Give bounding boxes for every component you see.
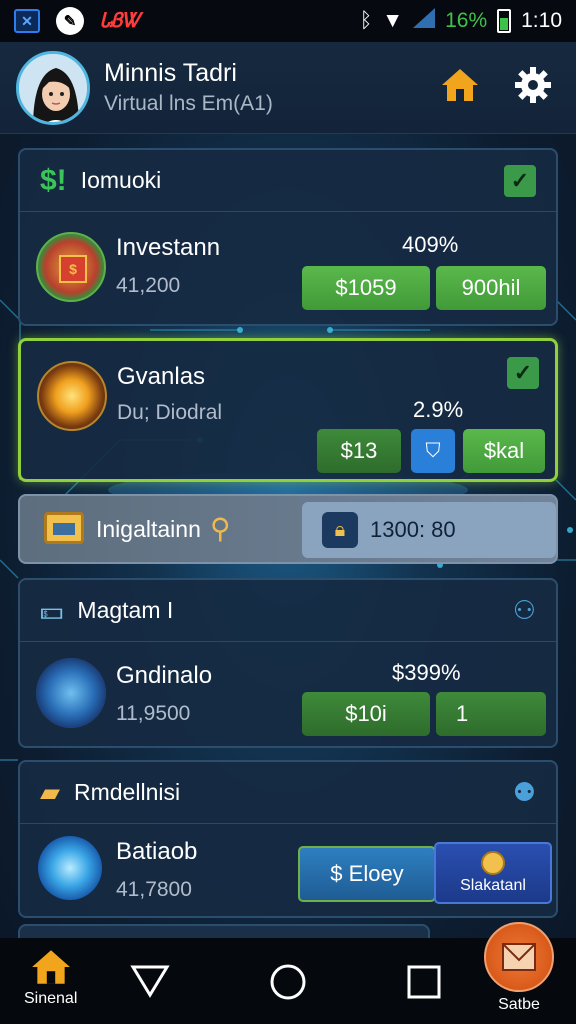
sun-coin-icon [37,361,107,431]
recents-button[interactable] [406,964,442,1000]
compass-coin-icon [36,658,106,728]
pen-icon: ✎ [56,7,84,35]
section-card-1: $! Iomuoki ✓ $ Investann 41,200 409% $10… [18,148,558,326]
back-button[interactable] [130,964,170,998]
coin-magnifier-icon: ⚲ [210,513,231,544]
amount-button[interactable]: $ Eloey [298,846,436,902]
gold-bars-icon: ▰ [40,777,60,807]
clock: 1:10 [521,9,562,32]
users-icon[interactable]: ⚇ [513,595,536,626]
dollar-icon: $! [40,163,67,197]
nav-home[interactable]: Sinenal [24,948,77,1008]
row-title: Investann [116,234,221,261]
gear-icon[interactable] [514,66,552,109]
mail-icon [484,922,554,992]
shield-icon[interactable]: ⛉ [411,429,455,473]
row-value: Du; Diodral [117,401,223,424]
section-title: Iomuoki [80,167,162,193]
action-button[interactable]: $kal [463,429,545,473]
globe-coin-icon [38,836,102,900]
section-title: Magtam I [77,597,174,623]
bluetooth-icon: ᛒ [359,9,373,32]
recents-square-icon [407,965,441,999]
nav-save-label: Satbe [498,996,540,1013]
avatar[interactable] [16,50,90,125]
back-triangle-icon [130,965,170,998]
calendar-icon [44,512,84,544]
amount-button[interactable]: $13 [317,429,401,473]
battery-icon [497,9,512,33]
investment-coin-icon: $ [36,232,106,302]
section-card-2[interactable]: Gvanlas Du; Diodral ✓ 2.9% $13 ⛉ $kal [18,338,558,482]
section-title: Rmdellnisi [74,779,181,805]
checkbox-checked[interactable]: ✓ [507,357,539,389]
user-icon[interactable]: ⚉ [513,777,536,808]
section-card-3: Inigaltainn ⚲ 🔒︎ 1300: 80 [18,494,558,564]
user-subtitle: Virtual lns Em(A1) [104,92,273,115]
home-circle-icon [270,964,306,1000]
row-percent: 2.9% [413,397,464,422]
secondary-button[interactable]: 900hil [436,266,546,310]
profile-info: Minnis Tadri Virtual lns Em(A1) [104,59,273,116]
vibrate-icon: ▼ [382,9,404,32]
status-bar: ✕ ✎ ᏓᏰᏔ ᛒ ▼ 16% 1:10 [0,0,576,42]
slakatanl-button[interactable]: Slakatanl [434,842,552,904]
row-title: Batiaob [116,838,198,865]
row-value: 41,7800 [116,878,192,901]
section-card-4: 💵︎ Magtam I ⚇ Gndinalo 11,9500 $399% $10… [18,578,558,748]
row-value: 11,9500 [116,702,191,725]
money-stack-icon: 💵︎ [40,594,64,625]
row-percent: 409% [402,232,459,257]
home-button[interactable] [268,962,308,1002]
battery-percent: 16% [445,9,488,32]
section-title: Inigaltainn [96,516,201,542]
row-percent: $399% [392,660,461,685]
home-icon[interactable] [440,67,480,108]
app-header: Minnis Tadri Virtual lns Em(A1) [0,42,576,134]
row-title: Gndinalo [116,662,213,689]
coin-icon [481,851,505,875]
navigation-bar: Sinenal Satbe [0,922,576,1024]
row-title: Gvanlas [117,363,206,390]
nav-save[interactable]: Satbe [484,922,554,1014]
brand-logo: ᏓᏰᏔ [100,9,140,32]
checkbox-checked[interactable]: ✓ [504,164,536,197]
lock-icon: 🔒︎ [322,512,358,548]
quantity-button[interactable]: 1 [436,692,546,736]
balance-field[interactable]: 🔒︎ 1300: 80 [302,502,556,558]
section-card-5: ▰ Rmdellnisi ⚉ Batiaob 41,7800 $ Eloey S… [18,760,558,918]
signal-icon [413,8,436,34]
balance-value: 1300: 80 [370,517,456,542]
amount-button[interactable]: $1059 [302,266,430,310]
slakatanl-label: Slakatanl [460,877,526,894]
home-icon [31,950,70,984]
nav-home-label: Sinenal [24,990,78,1007]
user-name: Minnis Tadri [104,59,237,87]
row-value: 41,200 [116,274,181,297]
app-icon: ✕ [14,9,40,33]
amount-button[interactable]: $10i [302,692,430,736]
